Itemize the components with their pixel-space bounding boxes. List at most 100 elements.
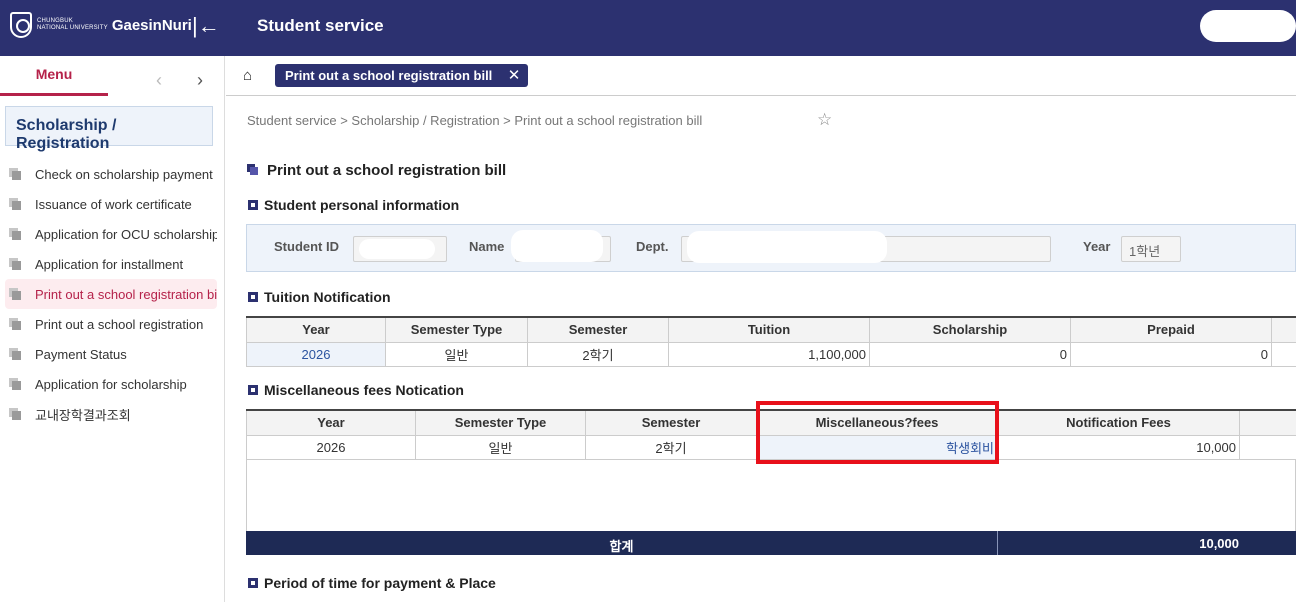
table-cell: 2026 <box>246 434 416 460</box>
sidebar-item-label: Check on scholarship payment <box>35 166 213 182</box>
column-header: Semester <box>585 411 757 436</box>
page-title: Print out a school registration bill <box>247 162 506 179</box>
document-icon <box>9 347 23 361</box>
column-header: Notification Fees <box>997 411 1240 436</box>
page-title-text: Print out a school registration bill <box>267 162 507 179</box>
user-info-redacted[interactable] <box>1200 10 1296 42</box>
highlight-box <box>756 401 999 464</box>
square-bullet-icon <box>248 200 258 210</box>
column-header: Tuition <box>668 318 870 343</box>
chevron-left-icon[interactable]: ‹ <box>156 70 162 91</box>
home-icon[interactable]: ⌂ <box>243 67 252 84</box>
redacted-mark <box>359 239 435 259</box>
app-title: Student service <box>257 16 384 35</box>
document-icon <box>9 167 23 181</box>
menu-tab-label: Menu <box>35 66 73 82</box>
university-emblem-icon <box>10 12 32 38</box>
table-cell-year[interactable]: 2026 <box>246 341 386 367</box>
sidebar-item-label: Print out a school registration bill <box>35 286 217 302</box>
sidebar-item[interactable]: Payment Status <box>5 339 217 369</box>
misc-table-empty-area <box>246 459 1296 531</box>
tab-bar: ⌂ Print out a school registration bill ✕ <box>226 56 1296 96</box>
sidebar-item[interactable]: Application for scholarship <box>5 369 217 399</box>
table-cell <box>1271 341 1296 367</box>
square-bullet-icon <box>248 292 258 302</box>
square-bullet-icon <box>248 385 258 395</box>
section-title-text: Miscellaneous fees Notication <box>264 382 464 398</box>
sidebar-menu-list: Check on scholarship payment Issuance of… <box>5 159 217 429</box>
close-icon[interactable]: ✕ <box>508 66 521 84</box>
document-icon <box>9 257 23 271</box>
top-bar: CHUNGBUK NATIONAL UNIVERSITY GaesinNuri … <box>0 0 1296 56</box>
logo-univ-line2: NATIONAL UNIVERSITY <box>37 25 108 31</box>
total-row: 합계 10,000 <box>246 531 1296 555</box>
table-cell: 일반 <box>385 341 528 367</box>
sidebar-item[interactable]: Check on scholarship payment <box>5 159 217 189</box>
logo-university-text: CHUNGBUK NATIONAL UNIVERSITY <box>37 18 108 32</box>
column-header: Semester Type <box>415 411 586 436</box>
sidebar-item[interactable]: 교내장학결과조회 <box>5 399 217 429</box>
sidebar-item-label: Application for scholarship <box>35 376 187 392</box>
table-cell <box>1239 434 1296 460</box>
column-header: Prepaid <box>1070 318 1272 343</box>
redacted-mark <box>687 231 887 263</box>
column-header: Year <box>246 411 416 436</box>
sidebar-item-label: Application for OCU scholarship <box>35 226 217 242</box>
column-header <box>1271 318 1296 343</box>
sidebar-item-label: 교내장학결과조회 <box>35 407 131 423</box>
section-title-tuition: Tuition Notification <box>248 289 391 305</box>
table-row[interactable]: 2026 일반 2학기 1,100,000 0 0 <box>246 341 1296 367</box>
document-icon <box>9 287 23 301</box>
sidebar-item[interactable]: Print out a school registration <box>5 309 217 339</box>
table-cell: 1,100,000 <box>668 341 870 367</box>
menu-group-title[interactable]: Scholarship / Registration <box>5 106 213 152</box>
sidebar-item[interactable]: Application for installment <box>5 249 217 279</box>
sidebar-item[interactable]: Issuance of work certificate <box>5 189 217 219</box>
sidebar-item-label: Payment Status <box>35 346 127 362</box>
table-cell: 0 <box>869 341 1071 367</box>
table-cell: 0 <box>1070 341 1272 367</box>
section-title-text: Tuition Notification <box>264 289 391 305</box>
sidebar-item-label: Print out a school registration <box>35 316 204 332</box>
total-value: 10,000 <box>1199 536 1239 551</box>
sidebar-item-label: Issuance of work certificate <box>35 196 192 212</box>
table-cell: 일반 <box>415 434 586 460</box>
document-icon <box>9 407 23 421</box>
column-header: Semester Type <box>385 318 528 343</box>
tab-print-registration-bill[interactable]: Print out a school registration bill ✕ <box>275 64 529 87</box>
column-header: Semester <box>527 318 669 343</box>
tab-label: Print out a school registration bill <box>285 68 493 83</box>
collapse-sidebar-icon[interactable]: |← <box>192 13 220 39</box>
menu-tab[interactable]: Menu <box>0 66 108 96</box>
table-header-row: Year Semester Type Semester Tuition Scho… <box>246 318 1296 343</box>
sidebar: Menu ‹ › Scholarship / Registration Chec… <box>0 56 225 602</box>
section-title-misc: Miscellaneous fees Notication <box>248 382 464 398</box>
redacted-mark <box>511 230 603 262</box>
name-label: Name <box>469 239 505 254</box>
table-cell: 2학기 <box>527 341 669 367</box>
document-icon <box>9 317 23 331</box>
document-icon <box>9 377 23 391</box>
title-icon <box>247 164 259 176</box>
logo-name: GaesinNuri <box>111 16 192 34</box>
table-cell: 10,000 <box>997 434 1240 460</box>
column-header <box>1239 411 1296 436</box>
section-title-text: Student personal information <box>264 197 460 213</box>
chevron-right-icon[interactable]: › <box>197 70 203 91</box>
section-title-text: Period of time for payment & Place <box>264 575 496 591</box>
total-label: 합계 <box>609 539 634 554</box>
sidebar-item-label: Application for installment <box>35 256 184 272</box>
section-title-personal: Student personal information <box>248 197 459 213</box>
document-icon <box>9 227 23 241</box>
sidebar-item[interactable]: Application for OCU scholarship <box>5 219 217 249</box>
dept-label: Dept. <box>636 239 669 254</box>
year-label: Year <box>1083 239 1111 254</box>
square-bullet-icon <box>248 578 258 588</box>
student-info-box: Student ID Name Dept. Year 1학년 <box>246 224 1296 272</box>
student-id-label: Student ID <box>274 239 339 254</box>
favorite-star-icon[interactable]: ☆ <box>817 110 832 130</box>
sidebar-item-active[interactable]: Print out a school registration bill <box>5 279 217 309</box>
year-field: 1학년 <box>1121 236 1181 262</box>
column-header: Year <box>246 318 386 343</box>
university-logo[interactable]: CHUNGBUK NATIONAL UNIVERSITY GaesinNuri <box>10 12 192 38</box>
